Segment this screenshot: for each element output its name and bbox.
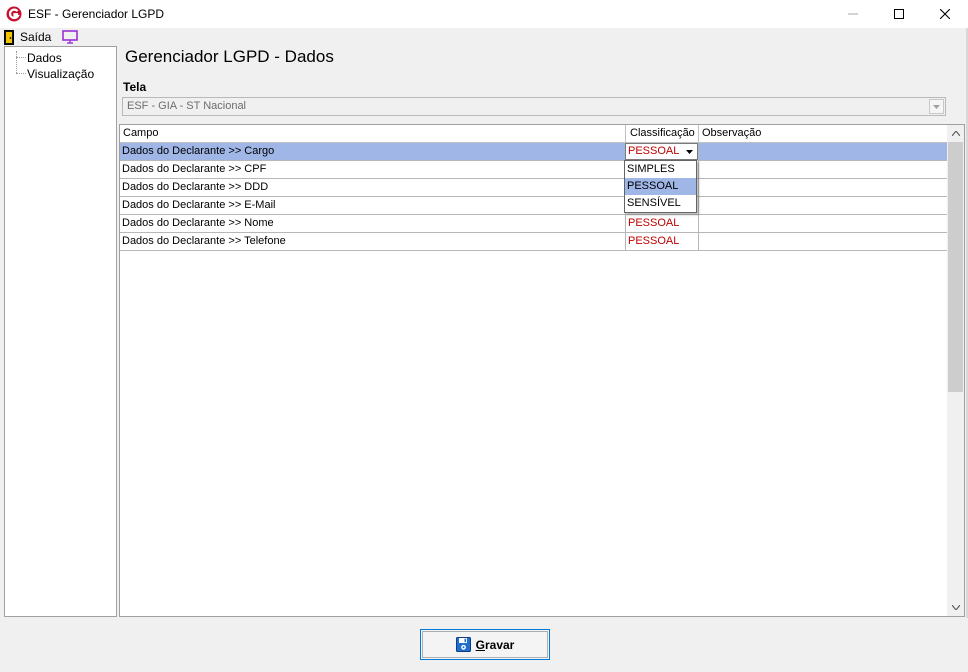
classificacao-editor[interactable]: PESSOAL (625, 143, 698, 160)
page-title: Gerenciador LGPD - Dados (125, 47, 334, 66)
window-title: ESF - Gerenciador LGPD (28, 7, 165, 21)
column-header-campo[interactable]: Campo (120, 125, 626, 142)
menu-bar: Saída (0, 28, 968, 46)
campo-cell[interactable]: Dados do Declarante >> E-Mail (120, 197, 626, 214)
tela-label: Tela (123, 80, 147, 94)
minimize-button[interactable] (830, 0, 876, 28)
observacao-cell[interactable] (699, 197, 948, 214)
minimize-icon (848, 13, 858, 15)
tela-select[interactable]: ESF - GIA - ST Nacional (122, 97, 946, 116)
observacao-cell[interactable] (699, 179, 948, 196)
classificacao-editor-dropdown-button[interactable] (683, 145, 696, 158)
save-button-label: Gravar (476, 638, 515, 652)
classificacao-cell[interactable]: PESSOAL (626, 233, 699, 250)
observacao-cell[interactable] (699, 161, 948, 178)
observacao-cell[interactable] (699, 233, 948, 250)
tela-select-value: ESF - GIA - ST Nacional (127, 100, 247, 112)
table-row[interactable]: Dados do Declarante >> DDD (120, 179, 948, 197)
campo-cell[interactable]: Dados do Declarante >> Telefone (120, 233, 626, 250)
table-row[interactable]: Dados do Declarante >> Nome PESSOAL (120, 215, 948, 233)
column-header-classificacao[interactable]: Classificação (626, 125, 699, 142)
door-exit-icon (4, 29, 14, 45)
grid-vertical-scrollbar[interactable] (947, 125, 964, 616)
monitor-icon[interactable] (62, 30, 78, 44)
chevron-down-icon (686, 149, 693, 154)
tree-connector (16, 51, 17, 73)
esf-logo-icon (6, 6, 22, 22)
save-button-mnemonic: G (475, 637, 485, 652)
title-bar: ESF - Gerenciador LGPD (0, 0, 968, 28)
save-button-label-rest: ravar (484, 637, 515, 652)
scroll-down-button[interactable] (947, 599, 964, 616)
grid-header: Campo Classificação Observação (120, 125, 948, 143)
close-button[interactable] (922, 0, 968, 28)
exit-menu-item[interactable]: Saída (4, 29, 51, 45)
tela-select-dropdown-button[interactable] (929, 99, 944, 114)
chevron-down-icon (951, 605, 960, 610)
close-icon (940, 9, 950, 19)
classificacao-cell[interactable]: PESSOAL (626, 215, 699, 232)
observacao-cell[interactable] (699, 215, 948, 232)
scroll-up-button[interactable] (947, 125, 964, 142)
chevron-up-icon (951, 131, 960, 136)
dropdown-option-pessoal[interactable]: PESSOAL (625, 178, 696, 195)
table-row[interactable]: Dados do Declarante >> Telefone PESSOAL (120, 233, 948, 251)
tree-item-dados[interactable]: Dados (27, 51, 62, 65)
classification-grid: Campo Classificação Observação Dados do … (119, 124, 965, 617)
exit-menu-label: Saída (20, 30, 52, 44)
floppy-disk-icon (455, 637, 471, 652)
dropdown-option-sensivel[interactable]: SENSÍVEL (625, 195, 696, 212)
campo-cell[interactable]: Dados do Declarante >> Nome (120, 215, 626, 232)
navigation-tree: Dados Visualização (4, 46, 117, 617)
campo-cell[interactable]: Dados do Declarante >> CPF (120, 161, 626, 178)
observacao-cell[interactable] (699, 143, 948, 160)
table-row[interactable]: Dados do Declarante >> CPF (120, 161, 948, 179)
tree-connector (16, 57, 26, 58)
table-row[interactable]: Dados do Declarante >> Cargo (120, 143, 948, 161)
save-button[interactable]: Gravar (420, 629, 550, 660)
tree-item-visualizacao[interactable]: Visualização (27, 67, 94, 81)
maximize-button[interactable] (876, 0, 922, 28)
table-row[interactable]: Dados do Declarante >> E-Mail (120, 197, 948, 215)
column-header-observacao[interactable]: Observação (699, 125, 948, 142)
dropdown-option-simples[interactable]: SIMPLES (625, 161, 696, 178)
chevron-down-icon (933, 104, 940, 109)
tree-connector (16, 73, 26, 74)
campo-cell[interactable]: Dados do Declarante >> Cargo (120, 143, 626, 160)
scroll-thumb[interactable] (948, 142, 963, 392)
campo-cell[interactable]: Dados do Declarante >> DDD (120, 179, 626, 196)
classificacao-editor-value: PESSOAL (628, 145, 680, 157)
classificacao-dropdown-list: SIMPLES PESSOAL SENSÍVEL (624, 160, 697, 213)
maximize-icon (894, 9, 904, 19)
